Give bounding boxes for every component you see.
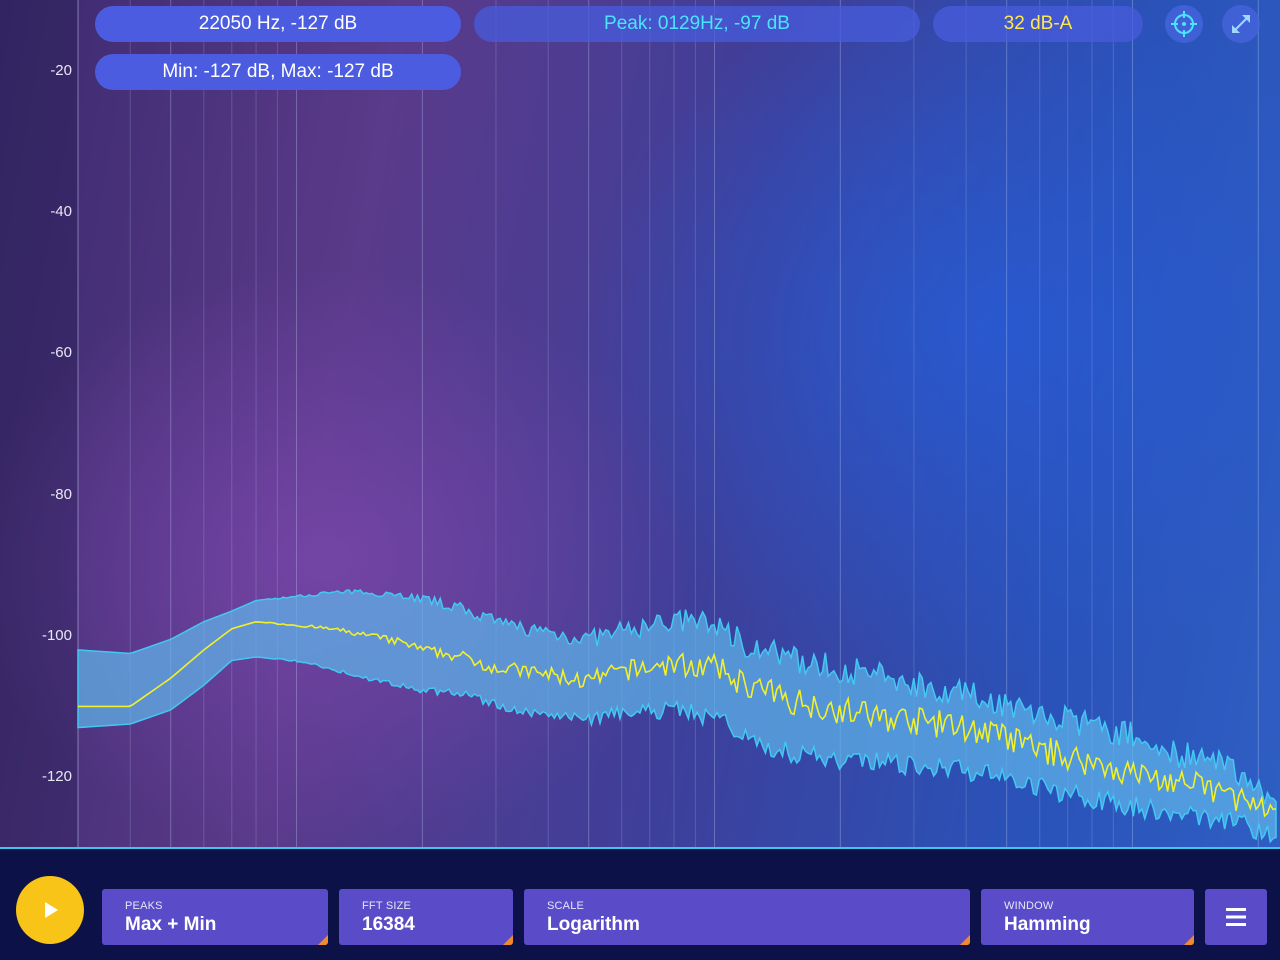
dropdown-corner-icon (1184, 935, 1194, 945)
expand-button[interactable] (1222, 5, 1260, 43)
fft-size-value: 16384 (362, 914, 415, 935)
y-tick-label: -100 (41, 626, 72, 644)
dropdown-corner-icon (318, 935, 328, 945)
window-caption: WINDOW (1004, 900, 1054, 912)
y-tick-label: -20 (50, 62, 72, 79)
peak-readout: Peak: 0129Hz, -97 dB (474, 6, 920, 42)
y-tick-label: -120 (41, 768, 72, 785)
max-min-band (77, 589, 1277, 844)
window-value: Hamming (1004, 914, 1091, 935)
cursor-readout: 22050 Hz, -127 dB (95, 6, 461, 42)
spectrum-plot[interactable] (0, 0, 1280, 960)
target-button[interactable] (1165, 5, 1203, 43)
menu-button[interactable] (1205, 889, 1267, 945)
dropdown-corner-icon (503, 935, 513, 945)
fft-size-caption: FFT SIZE (362, 900, 412, 912)
play-button[interactable] (16, 876, 84, 944)
min-max-readout: Min: -127 dB, Max: -127 dB (95, 54, 461, 90)
peaks-caption: PEAKS (125, 900, 163, 912)
play-icon (45, 902, 58, 918)
scale-caption: SCALE (547, 900, 585, 912)
fft-size-selector[interactable]: FFT SIZE 16384 (339, 889, 513, 945)
level-readout: 32 dB-A (933, 6, 1143, 42)
scale-selector[interactable]: SCALE Logarithm (524, 889, 970, 945)
peaks-value: Max + Min (125, 914, 217, 935)
y-tick-label: -60 (50, 344, 72, 362)
y-tick-label: -40 (50, 203, 72, 221)
hamburger-menu-icon (1226, 908, 1246, 926)
y-tick-label: -80 (50, 485, 72, 503)
scale-value: Logarithm (547, 914, 640, 935)
expand-icon (1232, 15, 1250, 33)
peaks-selector[interactable]: PEAKS Max + Min (102, 889, 328, 945)
crosshair-icon (1171, 11, 1197, 37)
window-selector[interactable]: WINDOW Hamming (981, 889, 1194, 945)
dropdown-corner-icon (960, 935, 970, 945)
